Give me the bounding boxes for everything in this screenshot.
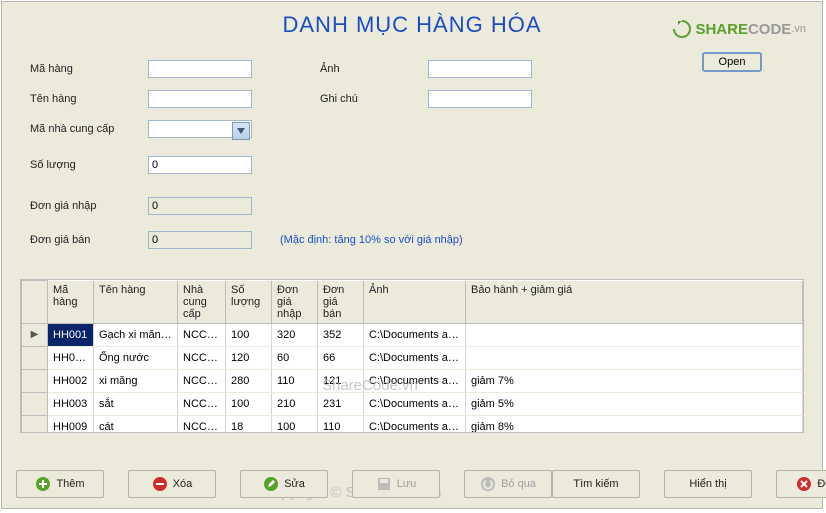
- page-title: DANH MỤC HÀNG HÓA: [282, 12, 541, 38]
- col-ten-hang[interactable]: Tên hàng: [94, 281, 178, 324]
- row-header[interactable]: [22, 415, 48, 433]
- delete-button[interactable]: Xóa: [128, 470, 216, 498]
- cell-sl[interactable]: 100: [226, 392, 272, 415]
- close-button[interactable]: Đóng: [776, 470, 826, 498]
- cancel-button: Bỏ qua: [464, 470, 552, 498]
- cell-ten[interactable]: Gạch xi măng...: [94, 323, 178, 346]
- cell-anh[interactable]: C:\Documents an...: [364, 323, 466, 346]
- search-button[interactable]: Tìm kiếm: [552, 470, 640, 498]
- cell-bh[interactable]: giảm 7%: [466, 369, 803, 392]
- save-icon: [376, 476, 392, 492]
- grid-header: Mã hàng Tên hàng Nhà cung cấp Số lượng Đ…: [22, 281, 803, 324]
- delete-icon: [152, 476, 168, 492]
- cell-ma[interactable]: HH003: [48, 392, 94, 415]
- dg-nhap-label: Đơn giá nhập: [30, 200, 97, 212]
- ma-ncc-label: Mã nhà cung cấp: [30, 123, 114, 135]
- col-dg-nhap[interactable]: Đơn giá nhập: [272, 281, 318, 324]
- cell-dgn[interactable]: 100: [272, 415, 318, 433]
- dg-ban-input: [148, 231, 252, 249]
- col-ncc[interactable]: Nhà cung cấp: [178, 281, 226, 324]
- cell-ten[interactable]: cát: [94, 415, 178, 433]
- ghi-chu-label: Ghi chú: [320, 93, 358, 105]
- edit-button[interactable]: Sửa: [240, 470, 328, 498]
- ten-hang-label: Tên hàng: [30, 93, 76, 105]
- dg-ban-note: (Mặc định: tăng 10% so với giá nhập): [280, 234, 463, 246]
- cell-ncc[interactable]: NCC003: [178, 346, 226, 369]
- cell-ten[interactable]: sắt: [94, 392, 178, 415]
- anh-label: Ảnh: [320, 63, 340, 75]
- cell-dgn[interactable]: 110: [272, 369, 318, 392]
- cell-bh[interactable]: giảm 5%: [466, 392, 803, 415]
- cell-ma[interactable]: HH009: [48, 415, 94, 433]
- anh-input[interactable]: [428, 60, 532, 78]
- cell-ten[interactable]: Ống nước: [94, 346, 178, 369]
- open-button[interactable]: Open: [702, 52, 762, 72]
- edit-icon: [263, 476, 279, 492]
- row-header[interactable]: [22, 346, 48, 369]
- so-luong-input[interactable]: [148, 156, 252, 174]
- cell-ten[interactable]: xi măng: [94, 369, 178, 392]
- dg-ban-label: Đơn giá bán: [30, 234, 90, 246]
- recycle-icon: [673, 20, 691, 38]
- cell-bh[interactable]: [466, 323, 803, 346]
- cell-ma[interactable]: HH001: [48, 323, 94, 346]
- action-bar: Thêm Xóa Sửa Lưu: [16, 470, 808, 498]
- table-row[interactable]: HH009cátNCC00618100110C:\Documents an...…: [22, 415, 803, 433]
- cell-dgn[interactable]: 60: [272, 346, 318, 369]
- col-anh[interactable]: Ảnh: [364, 281, 466, 324]
- table-row[interactable]: HH0010Ống nướcNCC0031206066C:\Documents …: [22, 346, 803, 369]
- cell-sl[interactable]: 280: [226, 369, 272, 392]
- show-button[interactable]: Hiển thị: [664, 470, 752, 498]
- undo-icon: [480, 476, 496, 492]
- ma-hang-input[interactable]: [148, 60, 252, 78]
- product-catalog-window: DANH MỤC HÀNG HÓA SHARECODE.vn Open Mã h…: [1, 1, 823, 509]
- ghi-chu-input[interactable]: [428, 90, 532, 108]
- cell-anh[interactable]: C:\Documents an...: [364, 346, 466, 369]
- close-icon: [796, 476, 812, 492]
- cell-dgn[interactable]: 210: [272, 392, 318, 415]
- table-row[interactable]: HH003sắtNCC008100210231C:\Documents an..…: [22, 392, 803, 415]
- row-header[interactable]: [22, 392, 48, 415]
- table-row[interactable]: ▶HH001Gạch xi măng...NCC003100320352C:\D…: [22, 323, 803, 346]
- cell-bh[interactable]: [466, 346, 803, 369]
- col-ma-hang[interactable]: Mã hàng: [48, 281, 94, 324]
- cell-anh[interactable]: C:\Documents an...: [364, 415, 466, 433]
- ma-hang-label: Mã hàng: [30, 63, 73, 75]
- ma-ncc-select[interactable]: [148, 120, 252, 138]
- cell-anh[interactable]: C:\Documents an...: [364, 369, 466, 392]
- cell-dgb[interactable]: 110: [318, 415, 364, 433]
- ten-hang-input[interactable]: [148, 90, 252, 108]
- col-bh[interactable]: Bảo hành + giảm giá: [466, 281, 803, 324]
- cell-ma[interactable]: HH002: [48, 369, 94, 392]
- cell-ma[interactable]: HH0010: [48, 346, 94, 369]
- cell-ncc[interactable]: NCC006: [178, 415, 226, 433]
- cell-dgb[interactable]: 352: [318, 323, 364, 346]
- cell-sl[interactable]: 120: [226, 346, 272, 369]
- cell-ncc[interactable]: NCC003: [178, 323, 226, 346]
- plus-icon: [35, 476, 51, 492]
- so-luong-label: Số lượng: [30, 159, 76, 171]
- dg-nhap-input: [148, 197, 252, 215]
- cell-dgn[interactable]: 320: [272, 323, 318, 346]
- cell-ncc[interactable]: NCC004: [178, 369, 226, 392]
- product-grid[interactable]: Mã hàng Tên hàng Nhà cung cấp Số lượng Đ…: [20, 279, 804, 433]
- cell-bh[interactable]: giảm 8%: [466, 415, 803, 433]
- cell-ncc[interactable]: NCC008: [178, 392, 226, 415]
- logo: SHARECODE.vn: [673, 20, 806, 38]
- cell-dgb[interactable]: 66: [318, 346, 364, 369]
- col-so-luong[interactable]: Số lượng: [226, 281, 272, 324]
- row-header[interactable]: [22, 369, 48, 392]
- col-dg-ban[interactable]: Đơn giá bán: [318, 281, 364, 324]
- save-button: Lưu: [352, 470, 440, 498]
- cell-sl[interactable]: 18: [226, 415, 272, 433]
- table-row[interactable]: HH002xi măngNCC004280110121C:\Documents …: [22, 369, 803, 392]
- add-button[interactable]: Thêm: [16, 470, 104, 498]
- cell-sl[interactable]: 100: [226, 323, 272, 346]
- chevron-down-icon[interactable]: [232, 122, 250, 140]
- cell-dgb[interactable]: 121: [318, 369, 364, 392]
- row-header[interactable]: ▶: [22, 323, 48, 346]
- cell-dgb[interactable]: 231: [318, 392, 364, 415]
- cell-anh[interactable]: C:\Documents an...: [364, 392, 466, 415]
